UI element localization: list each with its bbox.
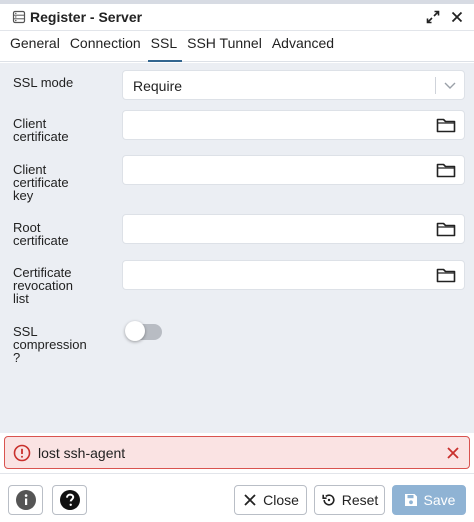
client-certificate-key-input[interactable] — [122, 155, 465, 185]
dialog-title: Register - Server — [30, 9, 143, 25]
close-icon[interactable] — [445, 445, 461, 461]
ssl-compression-label: SSL compression ? — [13, 325, 113, 364]
error-notification: lost ssh-agent — [4, 436, 470, 469]
label-line: compression — [13, 337, 87, 352]
folder-icon[interactable] — [436, 266, 456, 284]
tab-connection[interactable]: Connection — [69, 31, 150, 61]
certificate-revocation-list-input[interactable] — [122, 260, 465, 290]
certificate-revocation-list-label: Certificate revocation list — [13, 266, 113, 305]
chevron-down-icon[interactable] — [442, 77, 458, 93]
label-line: list — [13, 291, 29, 306]
error-circle-icon — [13, 444, 31, 462]
client-certificate-label: Client certificate — [13, 117, 113, 143]
error-message: lost ssh-agent — [38, 444, 126, 461]
tab-ssl[interactable]: SSL — [147, 31, 186, 62]
label-line: ? — [13, 350, 21, 365]
close-button[interactable]: Close — [234, 485, 307, 515]
label-line: certificate — [13, 233, 69, 248]
info-icon — [15, 489, 37, 511]
maximize-icon[interactable] — [424, 8, 442, 26]
label-line: key — [13, 188, 34, 203]
folder-icon[interactable] — [436, 116, 456, 134]
ssl-form-panel: SSL mode Require Client certificate Clie… — [0, 63, 474, 433]
dialog-titlebar[interactable]: Register - Server — [0, 4, 474, 31]
reset-button-label: Reset — [341, 492, 379, 508]
tab-advanced[interactable]: Advanced — [271, 31, 343, 61]
ssl-mode-label: SSL mode — [13, 75, 74, 90]
help-icon — [59, 489, 81, 511]
ssl-mode-select[interactable]: Require — [122, 70, 465, 100]
tab-general[interactable]: General — [9, 31, 69, 61]
reset-button[interactable]: Reset — [314, 485, 385, 515]
client-certificate-key-label: Client certificate key — [13, 163, 113, 202]
close-button-label: Close — [263, 492, 299, 508]
help-button[interactable] — [52, 485, 87, 515]
folder-icon[interactable] — [436, 220, 456, 238]
tab-ssh-tunnel[interactable]: SSH Tunnel — [186, 31, 271, 61]
toggle-knob — [125, 321, 145, 341]
folder-icon[interactable] — [436, 161, 456, 179]
select-divider — [435, 77, 436, 94]
label-line: certificate — [13, 129, 69, 144]
ssl-compression-toggle[interactable] — [125, 321, 162, 341]
tab-bar: General Connection SSL SSH Tunnel Advanc… — [0, 32, 474, 62]
client-certificate-input[interactable] — [122, 110, 465, 140]
info-button[interactable] — [8, 485, 43, 515]
close-icon[interactable] — [448, 8, 466, 26]
reset-icon — [321, 492, 337, 508]
dialog-footer: Close Reset Save — [0, 473, 474, 522]
save-button-label: Save — [423, 492, 456, 508]
root-certificate-input[interactable] — [122, 214, 465, 244]
save-button[interactable]: Save — [392, 485, 466, 515]
root-certificate-label: Root certificate — [13, 221, 113, 247]
close-icon — [242, 492, 258, 508]
ssl-mode-value: Require — [133, 78, 183, 94]
server-icon — [12, 10, 26, 24]
save-icon — [403, 492, 419, 508]
